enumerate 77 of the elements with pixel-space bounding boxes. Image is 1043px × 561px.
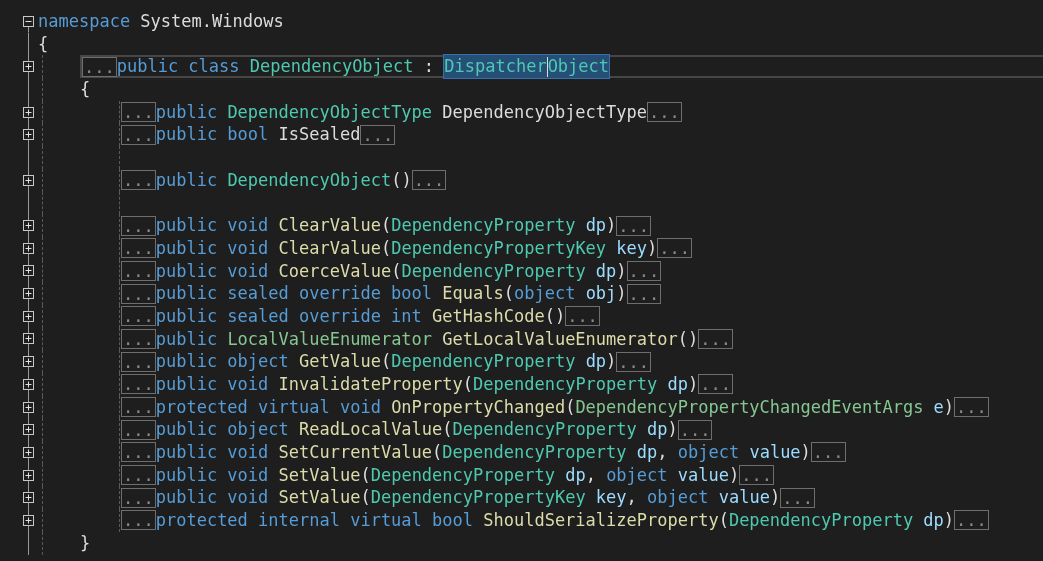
collapsed-stub[interactable]: ... — [677, 419, 713, 440]
collapsed-stub[interactable]: ... — [121, 283, 156, 304]
collapsed-stub[interactable]: ... — [121, 328, 156, 349]
expand-button[interactable] — [23, 446, 34, 458]
collapsed-stub[interactable]: ... — [121, 465, 156, 486]
collapsed-stub[interactable]: ... — [121, 215, 156, 236]
collapsed-stub[interactable]: ... — [121, 260, 156, 281]
expand-button[interactable] — [23, 469, 34, 481]
collapsed-stub[interactable]: ... — [810, 442, 846, 463]
code-text: protected internal virtual bool ShouldSerializeProperty(DependencyProperty dp) — [155, 509, 955, 532]
code-text: public sealed override bool Equals(object obj) — [155, 282, 627, 305]
collapsed-stub[interactable]: ... — [565, 306, 600, 327]
expand-button[interactable] — [23, 106, 34, 118]
collapsed-stub[interactable]: ... — [616, 215, 652, 236]
collapsed-stub[interactable]: ... — [739, 465, 774, 486]
expand-button[interactable] — [23, 401, 34, 413]
code-text: public class DependencyObject : — [116, 55, 436, 79]
collapsed-stub[interactable]: ... — [121, 170, 156, 191]
collapsed-stub[interactable]: ... — [626, 260, 662, 281]
expand-button[interactable] — [23, 514, 34, 526]
collapse-button[interactable] — [23, 15, 34, 27]
code-text: public void ClearValue(DependencyPropertyKey key) — [155, 236, 658, 260]
collapsed-stub[interactable]: ... — [121, 487, 156, 508]
collapsed-stub[interactable]: ... — [121, 374, 156, 395]
code-text: { — [38, 32, 49, 56]
expand-button[interactable] — [23, 333, 34, 345]
code-text: } — [80, 531, 91, 555]
collapsed-stub[interactable]: ... — [121, 238, 156, 259]
collapsed-stub[interactable]: ... — [647, 102, 682, 123]
code-text: public void ClearValue(DependencyProperty dp) — [155, 214, 617, 237]
expand-button[interactable] — [23, 265, 34, 277]
collapsed-stub[interactable]: ... — [121, 124, 156, 145]
collapsed-stub[interactable]: ... — [121, 102, 156, 123]
expand-button[interactable] — [23, 492, 34, 504]
collapsed-stub[interactable]: ... — [780, 487, 815, 508]
expand-button[interactable] — [23, 174, 34, 186]
code-text: namespace System.Windows — [38, 10, 284, 33]
code-text: public void CoerceValue(DependencyProperty dp) — [155, 259, 627, 283]
code-text: public void InvalidateProperty(DependencyProperty dp) — [155, 373, 699, 396]
collapsed-stub[interactable]: ... — [657, 238, 692, 259]
collapsed-stub[interactable]: ... — [121, 510, 156, 531]
collapsed-stub[interactable]: ... — [121, 306, 156, 327]
code-text: { — [80, 78, 91, 101]
collapsed-stub[interactable]: ... — [121, 351, 156, 372]
expand-button[interactable] — [23, 61, 34, 73]
expand-button[interactable] — [23, 288, 34, 300]
code-text: public bool IsSealed — [155, 123, 361, 147]
collapsed-stub[interactable]: ... — [698, 374, 733, 395]
expand-button[interactable] — [23, 220, 34, 232]
expand-button[interactable] — [23, 242, 34, 254]
collapsed-stub[interactable]: ... — [954, 397, 989, 418]
code-text: public void SetValue(DependencyProperty dp, object value) — [155, 463, 740, 487]
code-text: public void SetCurrentValue(DependencyProperty dp, object value) — [155, 441, 811, 464]
code-text: public LocalValueEnumerator GetLocalValueEnumerator() — [155, 327, 699, 351]
expand-button[interactable] — [23, 378, 34, 390]
collapsed-stub[interactable]: ... — [954, 510, 989, 531]
expand-button[interactable] — [23, 356, 34, 368]
code-text: public object ReadLocalValue(DependencyProperty dp) — [155, 418, 678, 442]
collapsed-stub[interactable]: ... — [121, 442, 156, 463]
collapsed-stub[interactable]: ... — [121, 397, 156, 418]
collapsed-stub[interactable]: ... — [82, 56, 117, 77]
code-text: public DependencyObjectType DependencyObjectType — [155, 100, 647, 124]
collapsed-stub[interactable]: ... — [616, 351, 652, 372]
code-text: protected virtual void OnPropertyChanged(DependencyPropertyChangedEventArgs e) — [155, 395, 955, 419]
code-text: public sealed override int GetHashCode() — [155, 304, 566, 328]
expand-button[interactable] — [23, 129, 34, 141]
expand-button[interactable] — [23, 310, 34, 322]
code-text: public void SetValue(DependencyPropertyKey key, object value) — [155, 486, 781, 510]
collapsed-stub[interactable]: ... — [121, 419, 156, 440]
code-text: public object GetValue(DependencyProperty dp) — [155, 350, 617, 373]
collapsed-stub[interactable]: ... — [360, 124, 396, 145]
collapsed-stub[interactable]: ... — [411, 170, 447, 191]
collapsed-stub[interactable]: ... — [698, 328, 733, 349]
expand-button[interactable] — [23, 424, 34, 436]
collapsed-stub[interactable]: ... — [626, 283, 662, 304]
selected-text: DispatcherObject — [444, 55, 610, 79]
code-text: public DependencyObject() — [155, 168, 412, 192]
